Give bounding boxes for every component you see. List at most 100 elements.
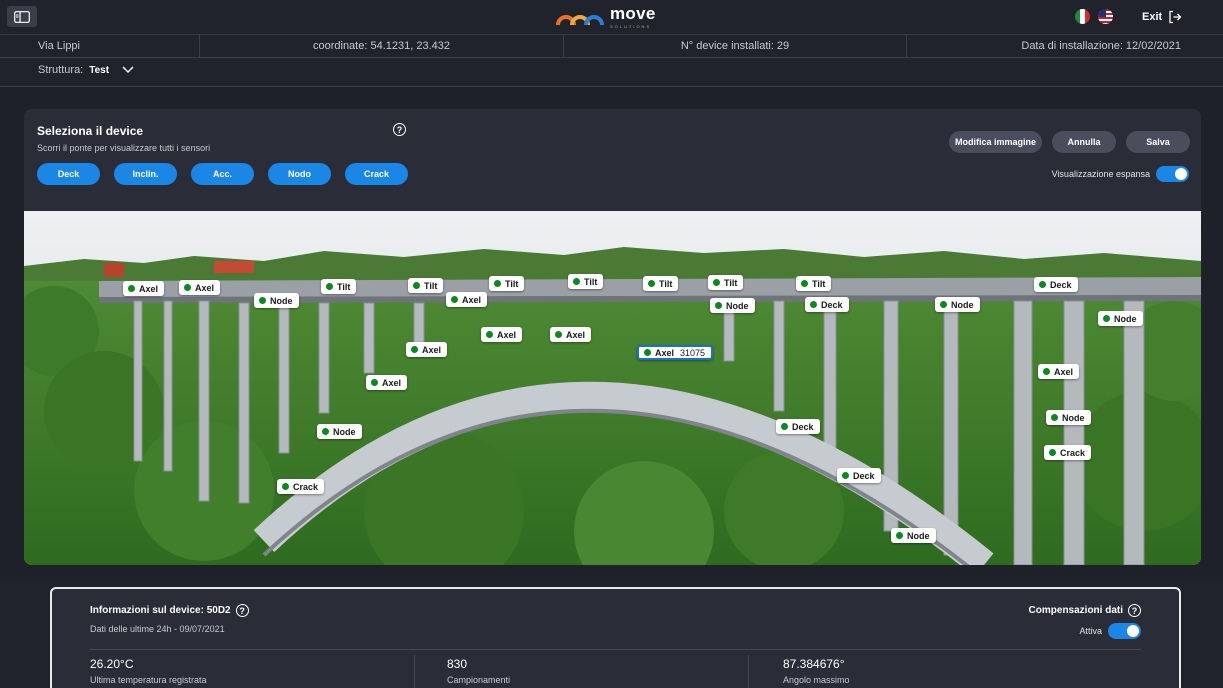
device-marker[interactable]: Axel — [1038, 364, 1080, 379]
device-marker[interactable]: Deck — [1034, 277, 1078, 292]
structure-selector[interactable]: Struttura: Test — [38, 64, 135, 76]
bridge-image[interactable]: Axel Axel Node Tilt Tilt Axel Tilt Tilt … — [24, 211, 1201, 565]
device-marker[interactable]: Axel — [366, 375, 408, 390]
bridge-photo — [24, 211, 1201, 565]
filter-crack-button[interactable]: Crack — [345, 163, 408, 185]
device-marker[interactable]: Tilt — [643, 276, 679, 291]
expanded-view-row: Visualizzazione espansa — [1052, 166, 1189, 182]
status-dot-icon — [494, 280, 501, 287]
marker-label: Axel — [422, 344, 442, 355]
help-icon[interactable]: ? — [235, 604, 249, 617]
logo-subtext: SOLUTIONS — [610, 23, 652, 29]
selected-device-marker[interactable]: Axel 31075 — [637, 345, 714, 360]
devices-cell: N° device installati: 29 — [564, 35, 907, 57]
metric-value: 830 — [447, 657, 468, 671]
device-marker[interactable]: Tilt — [489, 276, 525, 291]
status-dot-icon — [713, 279, 720, 286]
device-marker[interactable]: Node — [891, 528, 936, 543]
italian-flag-icon[interactable] — [1075, 9, 1090, 24]
device-marker[interactable]: Axel — [406, 342, 448, 357]
cancel-button[interactable]: Annulla — [1052, 131, 1116, 153]
filter-inclin-button[interactable]: Inclin. — [114, 163, 177, 185]
device-marker[interactable]: Tilt — [568, 274, 604, 289]
status-dot-icon — [259, 297, 266, 304]
device-info-title-row: Informazioni sul device: 50D2 ? — [90, 604, 249, 617]
save-button[interactable]: Salva — [1126, 131, 1190, 153]
compensation-toggle[interactable] — [1108, 623, 1141, 639]
device-info-panel: Informazioni sul device: 50D2 ? Dati del… — [50, 587, 1181, 688]
exit-label: Exit — [1142, 11, 1163, 23]
edit-image-button[interactable]: Modifica immagine — [949, 131, 1042, 153]
help-icon[interactable]: ? — [1128, 604, 1141, 617]
device-marker[interactable]: Node — [317, 424, 362, 439]
marker-label: Deck — [1050, 279, 1072, 290]
marker-label: Axel — [139, 283, 159, 294]
marker-label: Deck — [853, 470, 875, 481]
device-marker[interactable]: Node — [1098, 311, 1143, 326]
status-dot-icon — [282, 483, 289, 490]
marker-label: Tilt — [505, 278, 519, 289]
device-marker[interactable]: Crack — [1044, 445, 1092, 460]
status-dot-icon — [781, 423, 788, 430]
exit-icon — [1169, 10, 1182, 24]
marker-label: Node — [1114, 313, 1137, 324]
metric-label: Angolo massimo — [783, 675, 850, 685]
filter-nodo-button[interactable]: Nodo — [268, 163, 331, 185]
status-dot-icon — [940, 301, 947, 308]
card-title: Seleziona il device — [37, 124, 144, 138]
marker-label: Tilt — [812, 278, 826, 289]
compensation-title: Compensazioni dati — [1028, 605, 1123, 616]
status-dot-icon — [451, 296, 458, 303]
sidebar-icon — [14, 10, 30, 23]
marker-label: Axel — [655, 347, 675, 358]
device-marker[interactable]: Node — [710, 298, 755, 313]
device-filter-group: Deck Inclin. Acc. Nodo Crack — [37, 163, 408, 185]
device-marker[interactable]: Axel — [179, 280, 221, 295]
device-marker[interactable]: Node — [1046, 410, 1091, 425]
marker-label: Node — [270, 295, 293, 306]
status-dot-icon — [1103, 315, 1110, 322]
device-marker[interactable]: Tilt — [796, 276, 832, 291]
device-marker[interactable]: Axel — [446, 292, 488, 307]
device-marker[interactable]: Tilt — [408, 278, 444, 293]
device-marker[interactable]: Deck — [837, 468, 881, 483]
device-marker[interactable]: Node — [935, 297, 980, 312]
marker-label: Node — [333, 426, 356, 437]
marker-label: Axel — [462, 294, 482, 305]
device-marker[interactable]: Axel — [123, 281, 165, 296]
marker-label: Tilt — [724, 277, 738, 288]
device-marker[interactable]: Axel — [481, 327, 523, 342]
install-date-cell: Data di installazione: 12/02/2021 — [907, 35, 1181, 57]
filter-acc-button[interactable]: Acc. — [191, 163, 254, 185]
card-subtitle: Scorri il ponte per visualizzare tutti i… — [37, 143, 211, 153]
device-marker[interactable]: Crack — [277, 479, 325, 494]
marker-label: Node — [907, 530, 930, 541]
status-dot-icon — [326, 283, 333, 290]
divider — [90, 649, 1141, 650]
structure-info-bar: Via Lippi coordinate: 54.1231, 23.432 N°… — [0, 34, 1223, 58]
metric-label: Ultima temperatura registrata — [90, 675, 207, 685]
us-flag-icon[interactable] — [1098, 9, 1113, 24]
street-cell: Via Lippi — [0, 35, 200, 57]
help-icon[interactable]: ? — [393, 123, 406, 136]
status-dot-icon — [1049, 449, 1056, 456]
status-dot-icon — [371, 379, 378, 386]
status-dot-icon — [128, 285, 135, 292]
device-marker[interactable]: Tilt — [708, 275, 744, 290]
status-dot-icon — [801, 280, 808, 287]
device-marker[interactable]: Node — [254, 293, 299, 308]
divider — [748, 655, 749, 688]
expanded-view-toggle[interactable] — [1156, 166, 1189, 182]
status-dot-icon — [555, 331, 562, 338]
device-marker[interactable]: Deck — [776, 419, 820, 434]
device-marker[interactable]: Tilt — [321, 279, 357, 294]
exit-button[interactable]: Exit — [1142, 10, 1182, 24]
device-marker[interactable]: Axel — [550, 327, 592, 342]
marker-label: Node — [1062, 412, 1085, 423]
sidebar-toggle-button[interactable] — [7, 6, 37, 27]
filter-deck-button[interactable]: Deck — [37, 163, 100, 185]
device-info-title: Informazioni sul device: 50D2 — [90, 605, 231, 616]
marker-label: Axel — [497, 329, 517, 340]
compensation-title-row: Compensazioni dati ? — [1029, 604, 1141, 617]
device-marker[interactable]: Deck — [805, 297, 849, 312]
